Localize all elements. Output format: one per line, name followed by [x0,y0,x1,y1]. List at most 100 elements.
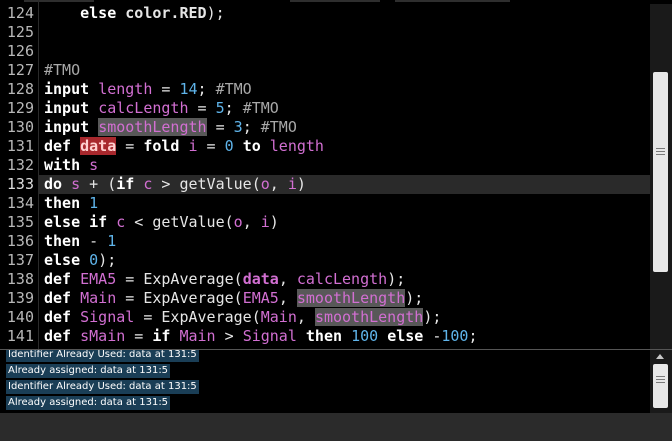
code-token: i [287,175,297,193]
code-token: = [116,137,144,155]
code-token: if [152,327,171,345]
code-token: def [44,270,72,288]
code-token: 14 [179,80,198,98]
code-line[interactable]: #TMO [44,61,80,80]
code-token: EMA5 [80,270,117,288]
code-token: then [305,327,343,345]
code-line[interactable]: input smoothLength = 3; #TMO [44,118,297,137]
code-token: Signal [80,308,135,326]
code-token: + ( [80,175,117,193]
code-token: else [387,327,424,345]
code-token: data [242,270,279,288]
code-token: else [44,251,81,269]
line-number: 131 [6,137,34,155]
code-token: , [242,213,261,231]
code-line[interactable]: with s [44,156,98,175]
scrollbar-grip [656,154,665,155]
console-message: Identifier Already Used: data at 131:5 [6,349,199,362]
line-number: 128 [6,80,34,98]
code-line[interactable]: def sMain = if Main > Signal then 100 el… [44,327,478,346]
code-token: ; [468,327,478,345]
code-token: Main [80,289,117,307]
line-number: 126 [6,42,34,60]
code-line[interactable]: else if c < getValue(o, i) [44,213,279,232]
code-token: EMA5 [242,289,279,307]
code-line[interactable]: def EMA5 = ExpAverage(data, calcLength); [44,270,405,289]
code-line[interactable]: do s + (if c > getValue(o, i) [44,175,306,194]
code-token: else [44,213,81,231]
line-number: 125 [6,23,34,41]
code-line[interactable]: else 0); [44,251,116,270]
line-number: 139 [6,289,34,307]
code-line[interactable]: def data = fold i = 0 to length [44,137,324,156]
code-token: def [44,327,72,345]
code-token: ); [405,289,424,307]
code-token: ; [197,80,216,98]
line-number: 127 [6,61,34,79]
code-token: smoothLength [98,118,207,136]
console-scrollbar-thumb[interactable] [653,364,668,408]
code-token: calcLength [98,99,189,117]
line-number: 140 [6,308,34,326]
code-token: ); [98,251,117,269]
scrollbar-grip [656,376,665,377]
code-editor[interactable]: 124 125 126 127 128 129 130 131 132 133 134 135 136 1… [0,0,672,349]
line-number: 130 [6,118,34,136]
line-number: 132 [6,156,34,174]
code-token: , [296,308,315,326]
code-token: i [188,137,198,155]
code-token: to [242,137,261,155]
code-token: Signal [242,327,297,345]
scrollbar-grip [656,382,665,383]
code-line[interactable]: then 1 [44,194,98,213]
code-token: , [269,175,288,193]
line-number: 134 [6,194,34,212]
code-line[interactable]: input length = 14; #TMO [44,80,252,99]
code-token: 100 [351,327,379,345]
code-token: Main [260,308,297,326]
code-line[interactable]: def Signal = ExpAverage(Main, smoothLeng… [44,308,441,327]
message-console: Identifier Already Used: data at 131:5 A… [0,349,672,414]
code-token: , [278,289,297,307]
line-number: 124 [6,4,34,22]
code-token: = ExpAverage( [134,308,261,326]
code-token: length [269,137,324,155]
tab-indicator [24,0,94,2]
line-number: 133 [6,175,34,193]
code-token: 0 [224,137,234,155]
code-token: ; [242,118,261,136]
code-token: = [206,118,234,136]
scroll-up-arrow-icon[interactable] [656,354,664,359]
editor-scrollbar-thumb[interactable] [653,72,668,272]
code-token: 100 [441,327,469,345]
code-line[interactable]: input calcLength = 5; #TMO [44,99,279,118]
code-token: color.RED [125,4,207,22]
code-token: o [260,175,270,193]
scrollbar-grip [656,151,665,152]
code-token: < getValue( [125,213,234,231]
code-token: calcLength [296,270,388,288]
code-line[interactable]: def Main = ExpAverage(EMA5, smoothLength… [44,289,423,308]
code-line[interactable]: then - 1 [44,232,116,251]
code-token: do [44,175,63,193]
code-token: input [44,118,90,136]
code-token: = [188,99,216,117]
line-number: 129 [6,99,34,117]
code-line[interactable]: else color.RED); [44,4,225,23]
code-token: #TMO [260,118,297,136]
tab-indicator [290,0,380,2]
code-token: def [44,289,72,307]
code-token: #TMO [215,80,252,98]
